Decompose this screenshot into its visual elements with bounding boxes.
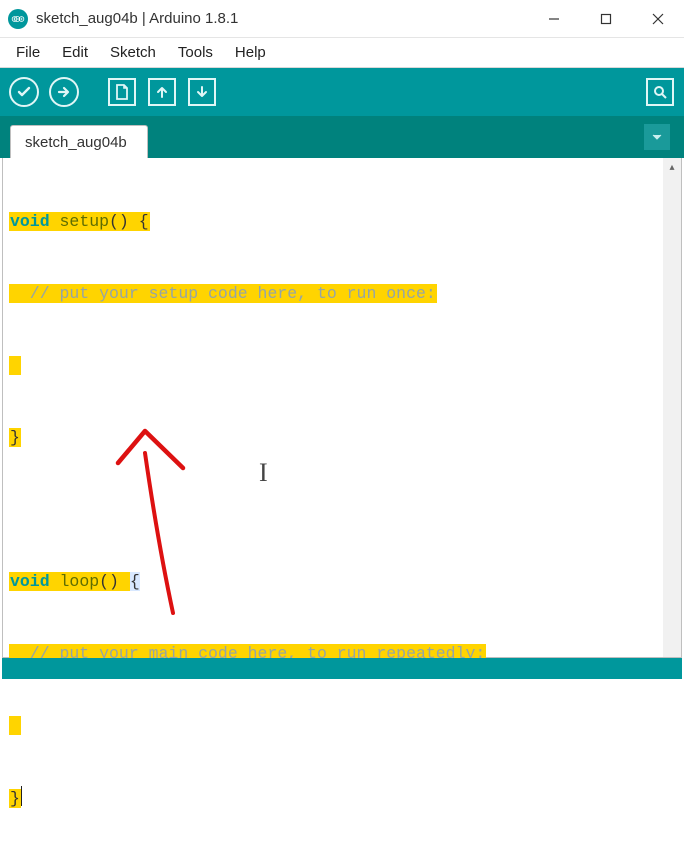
status-bar [2, 658, 682, 679]
serial-monitor-button[interactable] [644, 76, 676, 108]
tab-menu-button[interactable] [644, 124, 670, 150]
arduino-logo-icon [8, 9, 28, 29]
menu-tools[interactable]: Tools [168, 40, 223, 65]
check-icon [16, 84, 32, 100]
code-blank [9, 356, 21, 375]
maximize-button[interactable] [580, 0, 632, 38]
code-blank [9, 716, 21, 735]
scroll-up-icon[interactable]: ▴ [663, 158, 681, 176]
search-icon [652, 84, 668, 100]
menu-sketch[interactable]: Sketch [100, 40, 166, 65]
code-comment: // put your setup code here, to run once… [9, 284, 437, 303]
menu-bar: File Edit Sketch Tools Help [0, 38, 684, 68]
file-icon [115, 84, 129, 100]
code-text: () [99, 572, 129, 591]
code-keyword: void [10, 212, 50, 231]
text-caret [21, 786, 22, 806]
arrow-up-icon [155, 84, 169, 100]
arrow-down-icon [195, 84, 209, 100]
code-fn: setup [50, 212, 109, 231]
code-empty [9, 498, 675, 522]
code-brace: } [9, 428, 21, 447]
title-bar: sketch_aug04b | Arduino 1.8.1 [0, 0, 684, 38]
code-text: () { [109, 212, 149, 231]
upload-button[interactable] [48, 76, 80, 108]
save-sketch-button[interactable] [186, 76, 218, 108]
tab-strip: sketch_aug04b [0, 116, 684, 158]
menu-help[interactable]: Help [225, 40, 276, 65]
editor-area[interactable]: void setup() { // put your setup code he… [2, 158, 682, 658]
minimize-button[interactable] [528, 0, 580, 38]
code-matched-brace: { [130, 572, 140, 591]
open-sketch-button[interactable] [146, 76, 178, 108]
code-editor[interactable]: void setup() { // put your setup code he… [3, 158, 681, 862]
toolbar [0, 68, 684, 116]
tab-sketch[interactable]: sketch_aug04b [10, 125, 148, 159]
close-button[interactable] [632, 0, 684, 38]
vertical-scrollbar[interactable]: ▴ [663, 158, 681, 657]
menu-edit[interactable]: Edit [52, 40, 98, 65]
verify-button[interactable] [8, 76, 40, 108]
code-brace: } [9, 789, 21, 808]
code-fn: loop [50, 572, 100, 591]
arrow-right-icon [56, 84, 72, 100]
window-title: sketch_aug04b | Arduino 1.8.1 [36, 10, 238, 27]
chevron-down-icon [651, 131, 663, 143]
menu-file[interactable]: File [6, 40, 50, 65]
new-sketch-button[interactable] [106, 76, 138, 108]
code-keyword: void [10, 572, 50, 591]
